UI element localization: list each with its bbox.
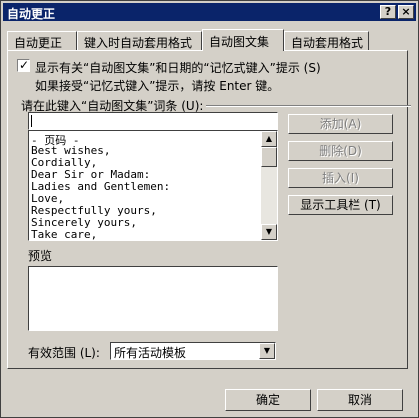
tab-autocorrect[interactable]: 自动更正 (7, 31, 77, 50)
list-scrollbar[interactable]: ▲ ▼ (261, 131, 277, 240)
scope-value: 所有活动模板 (114, 346, 187, 360)
text-caret (31, 115, 32, 127)
scope-dropdown[interactable]: 所有活动模板 ▼ (110, 342, 276, 360)
enter-hint-text: 如果接受“记忆式键入”提示，请按 Enter 键。 (35, 79, 280, 93)
tab-autoformat[interactable]: 自动套用格式 (284, 31, 369, 50)
preview-box (28, 266, 278, 331)
scope-label: 有效范围 (L): (28, 346, 100, 360)
show-toolbar-button[interactable]: 显示工具栏 (T) (288, 195, 393, 215)
ok-button[interactable]: 确定 (225, 389, 311, 411)
window-title: 自动更正 (7, 7, 56, 21)
preview-label: 预览 (28, 249, 53, 263)
scroll-up-icon[interactable]: ▲ (261, 131, 277, 147)
check-mark-icon: ✓ (19, 58, 30, 72)
list-item[interactable]: Take care, (31, 228, 97, 240)
autocorrect-dialog: 自动更正 ? × 自动更正 键入时自动套用格式 自动图文集 自动套用格式 ✓ 显… (0, 0, 419, 418)
close-button[interactable]: × (398, 5, 414, 19)
add-button[interactable]: 添加(A) (288, 114, 393, 134)
help-button[interactable]: ? (380, 5, 396, 19)
cancel-button[interactable]: 取消 (317, 389, 403, 411)
autotext-entry-input[interactable] (28, 112, 278, 130)
delete-button[interactable]: 删除(D) (288, 141, 393, 161)
tab-autotext[interactable]: 自动图文集 (202, 29, 284, 51)
tab-bar: 自动更正 键入时自动套用格式 自动图文集 自动套用格式 (7, 29, 412, 51)
insert-button[interactable]: 插入(I) (288, 168, 393, 188)
show-autocomplete-checkbox[interactable]: ✓ (17, 58, 30, 72)
autotext-list[interactable]: - 页码 - Best wishes, Cordially, Dear Sir … (28, 130, 278, 241)
scroll-thumb[interactable] (261, 147, 277, 167)
scroll-down-icon[interactable]: ▼ (261, 224, 277, 240)
title-bar: 自动更正 ? × (3, 3, 416, 21)
dropdown-arrow-icon[interactable]: ▼ (259, 343, 275, 359)
show-autocomplete-label[interactable]: 显示有关“自动图文集”和日期的“记忆式键入”提示 (S) (35, 59, 321, 76)
tab-autoformat-as-you-type[interactable]: 键入时自动套用格式 (77, 31, 202, 50)
